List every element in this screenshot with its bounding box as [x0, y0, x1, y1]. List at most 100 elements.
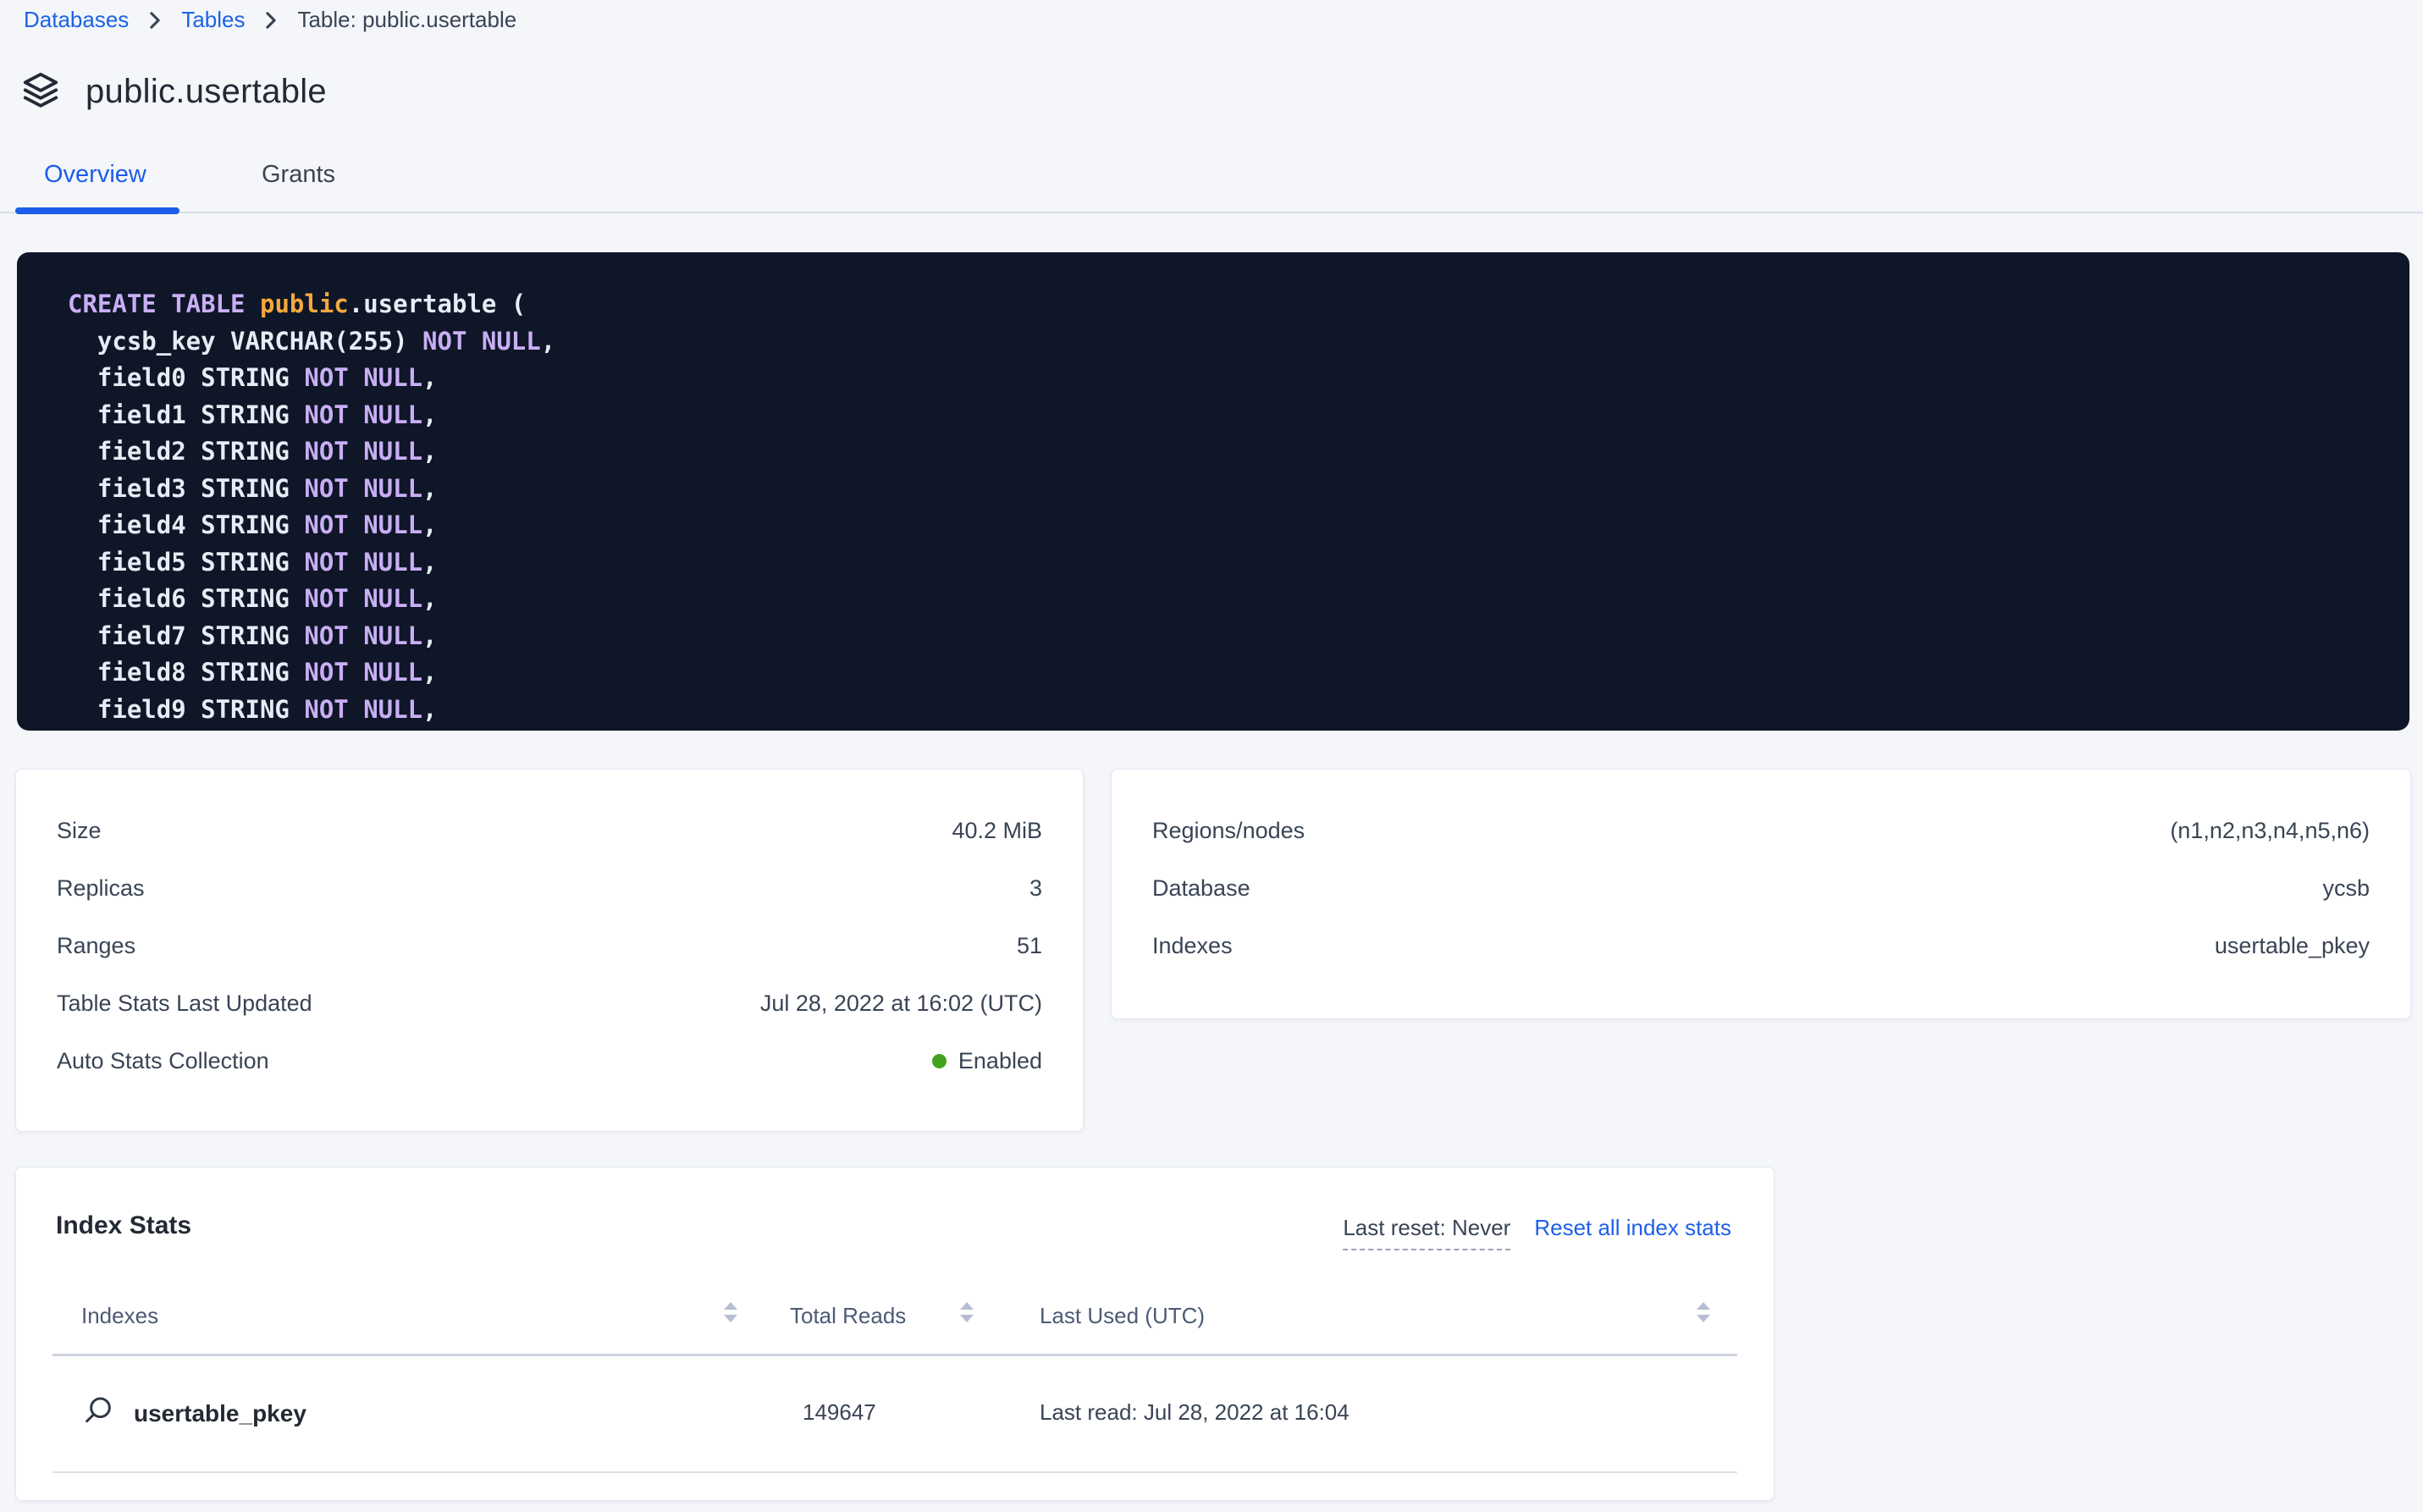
- sql-token: field6 STRING: [68, 584, 304, 613]
- sql-token: field1 STRING: [68, 400, 304, 429]
- reset-all-index-stats-link[interactable]: Reset all index stats: [1534, 1215, 1731, 1241]
- sql-token: ,: [422, 695, 437, 724]
- sql-line: field9 STRING NOT NULL,: [68, 692, 2376, 729]
- sql-token: CREATE TABLE: [68, 290, 260, 318]
- sql-token: field7 STRING: [68, 621, 304, 650]
- detail-label: Ranges: [57, 933, 135, 959]
- detail-row: Replicas 3: [57, 859, 1042, 917]
- detail-label: Table Stats Last Updated: [57, 991, 312, 1017]
- active-tab-underline: [15, 207, 179, 214]
- sql-token: NOT NULL: [304, 621, 422, 650]
- breadcrumb-current: Table: public.usertable: [297, 7, 516, 33]
- detail-label: Indexes: [1152, 933, 1233, 959]
- sql-token: NOT NULL: [304, 548, 422, 577]
- sql-token: NOT NULL: [304, 695, 422, 724]
- detail-value-text: Jul 28, 2022 at 16:02 (UTC): [760, 991, 1042, 1017]
- detail-row: Table Stats Last Updated Jul 28, 2022 at …: [57, 974, 1042, 1032]
- sql-token: ,: [541, 327, 555, 356]
- table-row-rule: [52, 1471, 1737, 1473]
- detail-value-text: usertable_pkey: [2215, 933, 2370, 959]
- breadcrumb: Databases Tables Table: public.usertable: [24, 7, 516, 33]
- detail-row: Database ycsb: [1152, 859, 2370, 917]
- detail-row: Ranges 51: [57, 917, 1042, 974]
- sql-line: field2 STRING NOT NULL,: [68, 433, 2376, 471]
- sql-token: NOT NULL: [304, 437, 422, 466]
- sql-token: NOT NULL: [304, 510, 422, 539]
- detail-value: 3: [1029, 875, 1042, 902]
- column-header-last-used[interactable]: Last Used (UTC): [1040, 1303, 1205, 1329]
- sql-token: field8 STRING: [68, 658, 304, 687]
- detail-label: Auto Stats Collection: [57, 1048, 269, 1074]
- detail-label: Database: [1152, 875, 1250, 902]
- sql-line: CREATE TABLE public.usertable (: [68, 286, 2376, 323]
- sql-line: field3 STRING NOT NULL,: [68, 471, 2376, 508]
- detail-row: Size 40.2 MiB: [57, 802, 1042, 859]
- table-header-rule: [52, 1354, 1737, 1356]
- page-title: public.usertable: [86, 73, 327, 111]
- tab-bar-divider: [0, 212, 2423, 213]
- index-stats-card: Index Stats Last reset: Never Reset all …: [15, 1167, 1774, 1501]
- detail-value-text: 51: [1017, 933, 1042, 959]
- column-header-total-reads[interactable]: Total Reads: [790, 1303, 906, 1329]
- page-header: public.usertable: [21, 69, 327, 114]
- table-details-rows: Size 40.2 MiB Replicas 3 Ranges 51 Table Stats…: [57, 802, 1042, 1090]
- sql-token: ,: [422, 621, 437, 650]
- sql-token: field9 STRING: [68, 695, 304, 724]
- chevron-right-icon: [265, 11, 277, 30]
- status-enabled-dot: [932, 1054, 947, 1068]
- sql-token: NOT NULL: [304, 658, 422, 687]
- layers-table-icon: [21, 69, 60, 114]
- sql-line: field8 STRING NOT NULL,: [68, 654, 2376, 692]
- detail-value-text: 40.2 MiB: [952, 818, 1042, 844]
- detail-row: Indexes usertable_pkey: [1152, 917, 2370, 974]
- index-last-used: Last read: Jul 28, 2022 at 16:04: [1040, 1399, 1349, 1426]
- detail-label: Size: [57, 818, 102, 844]
- detail-value-text: ycsb: [2322, 875, 2370, 902]
- last-reset-label: Last reset: Never: [1343, 1215, 1510, 1250]
- detail-value-text: (n1,n2,n3,n4,n5,n6): [2170, 818, 2370, 844]
- sql-line: field4 STRING NOT NULL,: [68, 507, 2376, 544]
- sql-token: field4 STRING: [68, 510, 304, 539]
- detail-value-text: Enabled: [958, 1048, 1042, 1074]
- sql-token: NOT NULL: [422, 327, 541, 356]
- sql-token: ,: [422, 658, 437, 687]
- detail-value: Enabled: [932, 1048, 1042, 1074]
- sql-token: ,: [422, 510, 437, 539]
- sql-token: field0 STRING: [68, 363, 304, 392]
- sql-token: ,: [422, 548, 437, 577]
- sql-token: field5 STRING: [68, 548, 304, 577]
- table-meta-rows: Regions/nodes (n1,n2,n3,n4,n5,n6) Database…: [1152, 802, 2370, 974]
- detail-row: Regions/nodes (n1,n2,n3,n4,n5,n6): [1152, 802, 2370, 859]
- detail-label: Regions/nodes: [1152, 818, 1305, 844]
- index-stats-table-header: Indexes Total Reads Last Used (UTC): [16, 1293, 1774, 1335]
- chevron-right-icon: [149, 11, 161, 30]
- sql-token: ,: [422, 584, 437, 613]
- sort-arrows-icon: [724, 1302, 737, 1322]
- detail-value: ycsb: [2322, 875, 2370, 902]
- index-stats-title: Index Stats: [56, 1211, 191, 1240]
- column-header-indexes[interactable]: Indexes: [81, 1303, 158, 1329]
- index-row-name[interactable]: usertable_pkey: [81, 1394, 306, 1432]
- sql-token: ,: [422, 474, 437, 503]
- sort-arrows-icon: [960, 1302, 974, 1322]
- sql-token: field2 STRING: [68, 437, 304, 466]
- sql-token: ,: [422, 437, 437, 466]
- tab-grants[interactable]: Grants: [262, 161, 335, 189]
- index-total-reads: 149647: [803, 1399, 876, 1426]
- breadcrumb-link-tables[interactable]: Tables: [181, 7, 245, 33]
- sql-line: field6 STRING NOT NULL,: [68, 581, 2376, 618]
- sql-token: NOT NULL: [304, 584, 422, 613]
- sql-token: ,: [422, 363, 437, 392]
- tab-overview[interactable]: Overview: [44, 161, 146, 189]
- detail-value-text: 3: [1029, 875, 1042, 902]
- sql-token: NOT NULL: [304, 474, 422, 503]
- detail-value: (n1,n2,n3,n4,n5,n6): [2170, 818, 2370, 844]
- sql-line: field1 STRING NOT NULL,: [68, 397, 2376, 434]
- detail-value: 51: [1017, 933, 1042, 959]
- detail-value: 40.2 MiB: [952, 818, 1042, 844]
- detail-label: Replicas: [57, 875, 145, 902]
- index-stats-reset-area: Last reset: Never Reset all index stats: [1343, 1215, 1731, 1250]
- breadcrumb-link-databases[interactable]: Databases: [24, 7, 129, 33]
- sql-token: public: [260, 290, 349, 318]
- sql-line: ycsb_key VARCHAR(255) NOT NULL,: [68, 323, 2376, 361]
